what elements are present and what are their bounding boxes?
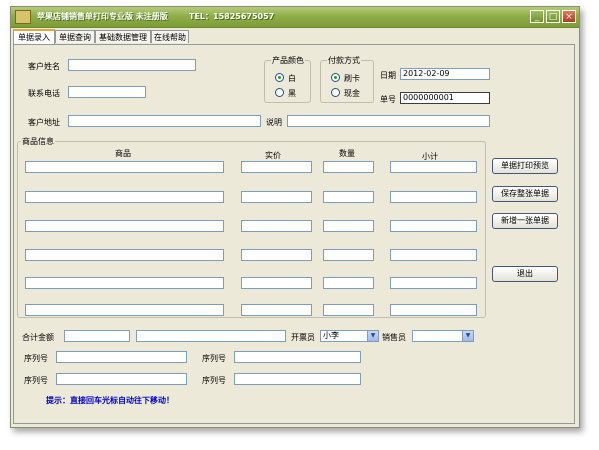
product-input[interactable] <box>25 304 224 316</box>
minimize-button[interactable]: _ <box>530 10 544 23</box>
payment-card-label: 刷卡 <box>344 74 360 83</box>
seller-select[interactable]: ▼ <box>412 330 474 342</box>
column-header-product: 商品 <box>115 149 131 158</box>
qty-input[interactable] <box>323 161 374 173</box>
title-bar[interactable]: 苹果店铺销售单打印专业版 未注册版 TEL：15825675057 _ □ × <box>11 7 579 28</box>
color-white-radio[interactable] <box>275 73 284 82</box>
product-input[interactable] <box>25 249 224 261</box>
issuer-select[interactable]: 小李 ▼ <box>320 330 379 342</box>
product-input[interactable] <box>25 277 224 289</box>
app-icon <box>15 10 31 24</box>
close-button[interactable]: × <box>562 10 576 23</box>
subtotal-input[interactable] <box>390 161 477 173</box>
product-color-title: 产品颜色 <box>271 55 305 66</box>
serial-input[interactable] <box>56 351 187 363</box>
hint-text: 提示：直接回车光标自动往下移动！ <box>46 396 174 405</box>
issuer-value: 小李 <box>323 331 339 340</box>
window-title: 苹果店铺销售单打印专业版 未注册版 <box>37 12 168 21</box>
customer-name-label: 客户姓名 <box>28 62 60 71</box>
total-label: 合计金额 <box>22 333 54 342</box>
goods-info-title: 商品信息 <box>21 136 55 147</box>
date-input[interactable]: 2012-02-09 <box>400 68 490 80</box>
address-label: 客户地址 <box>28 118 60 127</box>
serial-label: 序列号 <box>24 376 48 385</box>
serial-label: 序列号 <box>202 376 226 385</box>
address-input[interactable] <box>68 115 261 127</box>
total-words-input[interactable] <box>136 330 286 342</box>
seller-label: 销售员 <box>382 333 406 342</box>
product-input[interactable] <box>25 191 224 203</box>
price-input[interactable] <box>241 161 312 173</box>
phone-input[interactable] <box>68 86 146 98</box>
payment-cash-radio[interactable] <box>331 88 340 97</box>
payment-method-title: 付款方式 <box>327 55 361 66</box>
chevron-down-icon[interactable]: ▼ <box>462 331 473 341</box>
qty-input[interactable] <box>323 249 374 261</box>
qty-input[interactable] <box>323 304 374 316</box>
qty-input[interactable] <box>323 220 374 232</box>
app-window: 苹果店铺销售单打印专业版 未注册版 TEL：15825675057 _ □ × … <box>10 6 580 428</box>
order-no-input[interactable]: 0000000001 <box>400 92 490 104</box>
qty-input[interactable] <box>323 191 374 203</box>
save-order-button[interactable]: 保存整张单据 <box>492 186 558 202</box>
price-input[interactable] <box>241 304 312 316</box>
date-label: 日期 <box>380 71 396 80</box>
subtotal-input[interactable] <box>390 249 477 261</box>
chevron-down-icon[interactable]: ▼ <box>367 331 378 341</box>
column-header-qty: 数量 <box>339 149 355 158</box>
payment-method-group: 付款方式 刷卡 现金 <box>320 55 374 103</box>
payment-cash-label: 现金 <box>344 89 360 98</box>
phone-label: 联系电话 <box>28 89 60 98</box>
window-title-tel: TEL：15825675057 <box>189 12 275 21</box>
serial-input[interactable] <box>56 373 187 385</box>
order-no-label: 单号 <box>380 95 396 104</box>
price-input[interactable] <box>241 191 312 203</box>
color-white-label: 白 <box>288 74 296 83</box>
new-order-button[interactable]: 新增一张单据 <box>492 213 558 229</box>
subtotal-input[interactable] <box>390 277 477 289</box>
serial-input[interactable] <box>234 373 361 385</box>
payment-card-radio[interactable] <box>331 73 340 82</box>
issuer-label: 开票员 <box>291 333 315 342</box>
subtotal-input[interactable] <box>390 191 477 203</box>
serial-label: 序列号 <box>24 354 48 363</box>
price-input[interactable] <box>241 249 312 261</box>
subtotal-input[interactable] <box>390 304 477 316</box>
qty-input[interactable] <box>323 277 374 289</box>
note-label: 说明 <box>266 118 282 127</box>
order-entry-panel: 客户姓名 联系电话 客户地址 说明 产品颜色 白 黑 付款方式 刷卡 现金 日期… <box>13 44 575 424</box>
product-input[interactable] <box>25 220 224 232</box>
note-input[interactable] <box>287 115 490 127</box>
tab-base-data[interactable]: 基础数据管理 <box>95 30 151 43</box>
total-amount-input[interactable] <box>64 330 130 342</box>
serial-label: 序列号 <box>202 354 226 363</box>
price-input[interactable] <box>241 277 312 289</box>
price-input[interactable] <box>241 220 312 232</box>
subtotal-input[interactable] <box>390 220 477 232</box>
tab-order-entry[interactable]: 单据录入 <box>13 29 55 44</box>
serial-input[interactable] <box>234 351 361 363</box>
product-input[interactable] <box>25 161 224 173</box>
color-black-label: 黑 <box>288 89 296 98</box>
tab-online-help[interactable]: 在线帮助 <box>151 30 189 43</box>
color-black-radio[interactable] <box>275 88 284 97</box>
maximize-button[interactable]: □ <box>546 10 560 23</box>
tab-order-query[interactable]: 单据查询 <box>55 30 95 43</box>
column-header-price: 实价 <box>265 151 281 160</box>
print-preview-button[interactable]: 单据打印预览 <box>492 158 558 174</box>
exit-button[interactable]: 退出 <box>492 266 558 282</box>
customer-name-input[interactable] <box>68 59 196 71</box>
product-color-group: 产品颜色 白 黑 <box>264 55 311 103</box>
